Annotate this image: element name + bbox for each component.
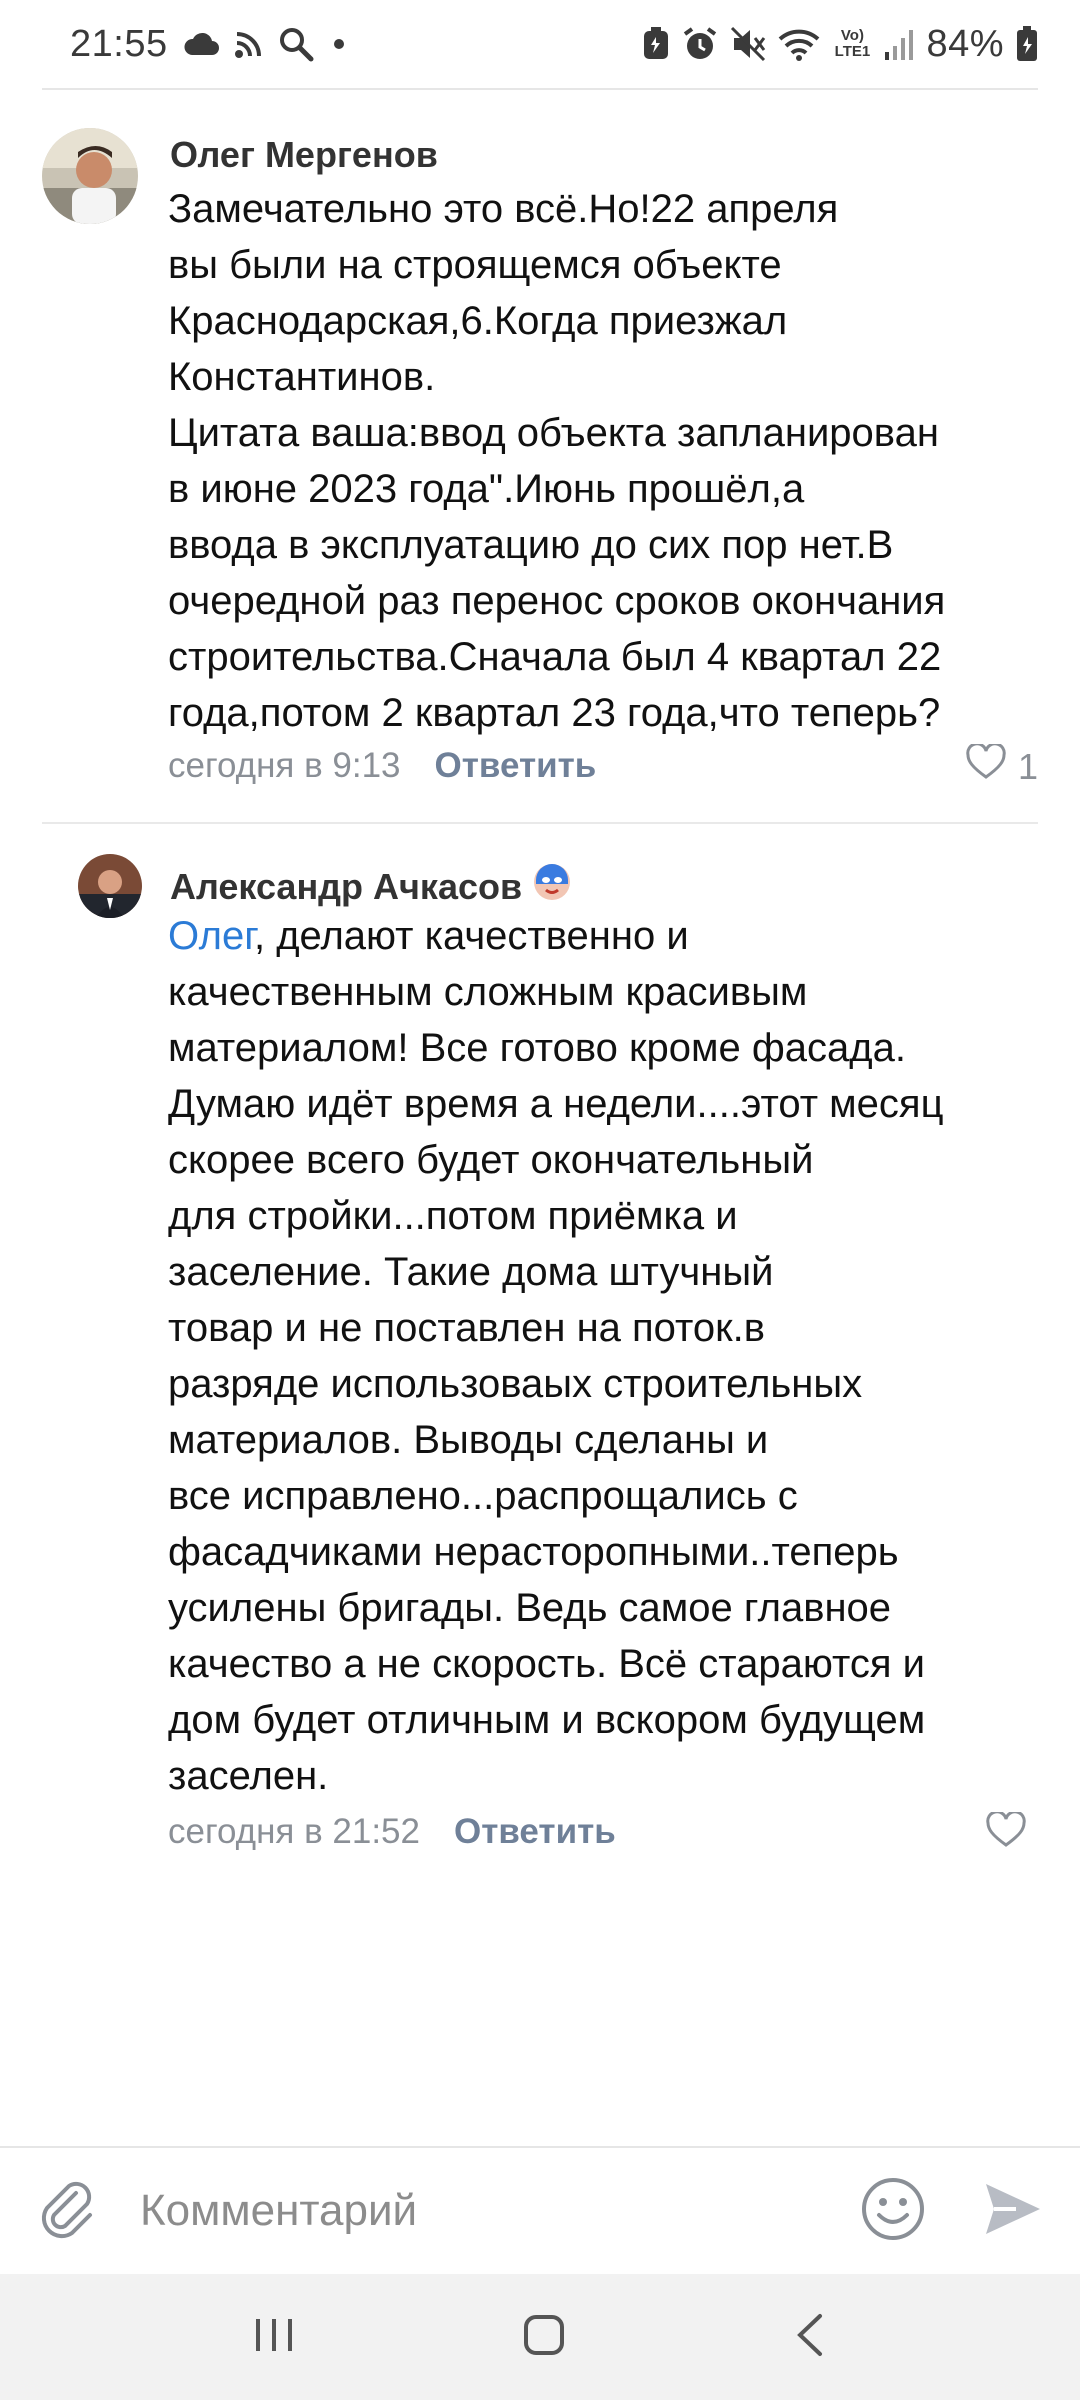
comment-input[interactable] <box>140 2186 860 2236</box>
comment-time: сегодня в 9:13 <box>168 746 401 785</box>
signal-icon <box>884 28 914 60</box>
battery-percent: 84% <box>926 22 1004 65</box>
like-button[interactable] <box>986 1810 1038 1857</box>
battery-icon <box>1016 26 1038 62</box>
send-button[interactable] <box>982 2180 1044 2243</box>
alarm-icon <box>682 26 718 62</box>
comment-body-text: , делают качественно и качественным слож… <box>168 914 944 1798</box>
comment-text: Олег, делают качественно и качественным … <box>168 908 1048 1804</box>
search-icon <box>278 26 314 62</box>
comment-author[interactable]: Олег Мергенов <box>170 134 438 176</box>
attach-button[interactable] <box>36 2177 100 2246</box>
send-icon <box>982 2180 1044 2243</box>
recent-apps-button[interactable] <box>252 2315 296 2360</box>
back-button[interactable] <box>792 2312 828 2363</box>
avatar[interactable] <box>42 128 138 224</box>
home-button[interactable] <box>521 2312 567 2363</box>
avatar[interactable] <box>78 854 142 918</box>
battery-saver-icon <box>642 27 670 61</box>
dot-icon <box>328 33 350 55</box>
wifi-icon <box>778 27 820 61</box>
emoji-button[interactable] <box>860 2176 926 2247</box>
author-name: Александр Ачкасов <box>170 865 523 907</box>
cast-icon <box>234 29 264 59</box>
heart-icon <box>966 742 1006 789</box>
comments-screen: 21:55 Vo) LTE1 84% Олег Мергенов Замечат… <box>0 0 1080 2400</box>
comment-author[interactable]: Александр Ачкасов <box>170 862 572 911</box>
status-time: 21:55 <box>70 22 168 65</box>
reply-button[interactable]: Ответить <box>435 746 597 786</box>
smiley-icon <box>860 2176 926 2247</box>
reply-button[interactable]: Ответить <box>454 1812 616 1852</box>
comment-meta: сегодня в 9:13 Ответить <box>168 746 596 786</box>
like-button[interactable]: 1 <box>966 742 1038 789</box>
comment-meta: сегодня в 21:52 Ответить <box>168 1812 616 1852</box>
network-label: Vo) LTE1 <box>834 27 871 60</box>
system-nav-bar <box>0 2274 1080 2400</box>
author-name: Олег Мергенов <box>170 134 438 175</box>
comment-time: сегодня в 21:52 <box>168 1812 420 1851</box>
comment-divider <box>42 822 1038 824</box>
status-bar: 21:55 Vo) LTE1 84% <box>0 0 1080 88</box>
mute-icon <box>730 26 766 62</box>
lte-icon: Vo) LTE1 <box>832 28 872 60</box>
paperclip-icon <box>36 2177 100 2246</box>
like-count: 1 <box>1017 745 1038 787</box>
heart-icon <box>986 1810 1026 1857</box>
status-divider <box>42 88 1038 90</box>
comment-composer <box>0 2146 1080 2274</box>
comment-text: Замечательно это всё.Но!22 апреля вы был… <box>168 187 946 735</box>
cloud-icon <box>182 31 220 57</box>
mask-emoji-icon <box>532 862 572 911</box>
mention-link[interactable]: Олег <box>168 914 254 958</box>
